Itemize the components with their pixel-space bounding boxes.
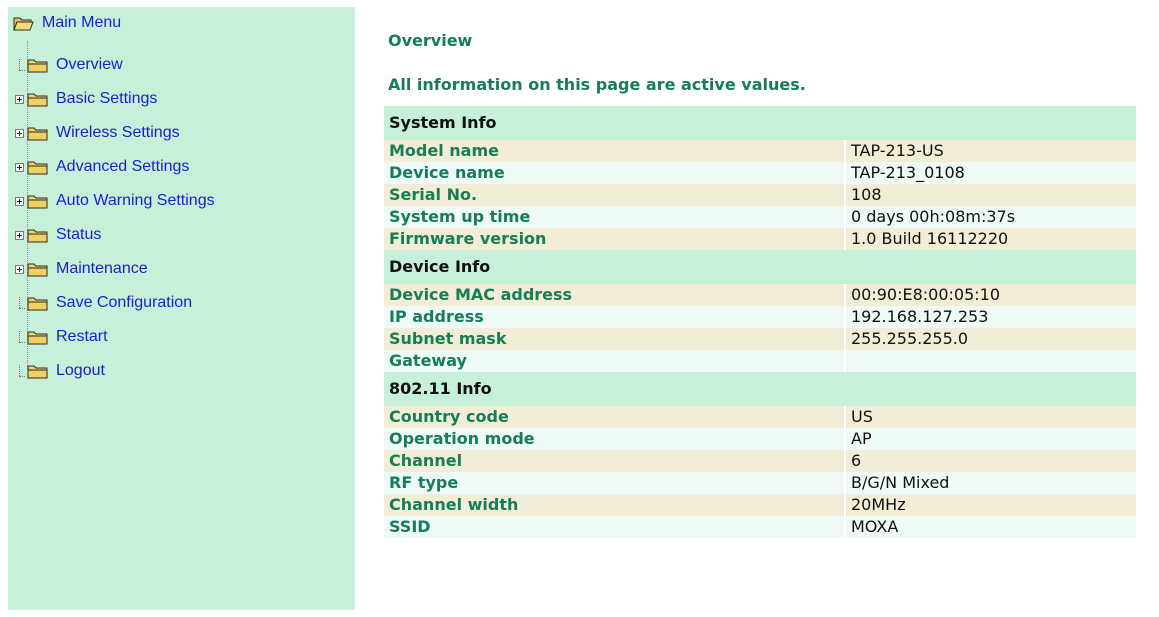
info-row-system-up-time: System up time 0 days 00h:08m:37s	[384, 206, 1136, 228]
section-header-802-11-info: 802.11 Info	[384, 372, 1136, 406]
info-key: Device name	[384, 162, 846, 184]
section-title: Device Info	[384, 250, 1136, 284]
info-value: 108	[845, 184, 1136, 206]
folder-icon	[27, 262, 48, 277]
info-row-ip-address: IP address 192.168.127.253	[384, 306, 1136, 328]
sidebar-item-advanced-settings[interactable]: Advanced Settings	[15, 155, 189, 179]
info-row-subnet-mask: Subnet mask 255.255.255.0	[384, 328, 1136, 350]
info-value: 1.0 Build 16112220	[845, 228, 1136, 250]
info-value: 20MHz	[845, 494, 1136, 516]
sidebar-item-label: Wireless Settings	[56, 124, 180, 141]
folder-open-icon	[13, 16, 34, 31]
tree-branch-icon	[15, 297, 25, 309]
sidebar-item-label: Basic Settings	[56, 90, 158, 107]
plus-box-icon[interactable]	[15, 230, 24, 240]
info-value	[845, 350, 1136, 372]
info-value: 0 days 00h:08m:37s	[845, 206, 1136, 228]
info-value: US	[845, 406, 1136, 428]
folder-icon	[27, 364, 48, 379]
info-key: IP address	[384, 306, 846, 328]
sidebar-item-maintenance[interactable]: Maintenance	[15, 257, 148, 281]
info-row-country-code: Country code US	[384, 406, 1136, 428]
info-value: TAP-213-US	[845, 140, 1136, 162]
section-header-device-info: Device Info	[384, 250, 1136, 284]
folder-icon	[27, 160, 48, 175]
info-row-channel: Channel 6	[384, 450, 1136, 472]
sidebar-item-label: Overview	[56, 56, 123, 73]
info-key: Channel width	[384, 494, 846, 516]
info-row-gateway: Gateway	[384, 350, 1136, 372]
sidebar-item-restart[interactable]: Restart	[15, 325, 108, 349]
info-row-device-mac-address: Device MAC address 00:90:E8:00:05:10	[384, 284, 1136, 306]
sidebar-item-label: Save Configuration	[56, 294, 193, 311]
tree-branch-icon	[15, 331, 25, 343]
info-row-channel-width: Channel width 20MHz	[384, 494, 1136, 516]
section-header-system-info: System Info	[384, 106, 1136, 140]
info-row-rf-type: RF type B/G/N Mixed	[384, 472, 1136, 494]
sidebar-item-label: Logout	[56, 362, 105, 379]
folder-icon	[27, 126, 48, 141]
active-values-notice: All information on this page are active …	[388, 75, 806, 94]
plus-box-icon[interactable]	[15, 128, 24, 138]
info-value: 255.255.255.0	[845, 328, 1136, 350]
folder-icon	[27, 194, 48, 209]
info-key: Subnet mask	[384, 328, 846, 350]
info-row-serial-no: Serial No. 108	[384, 184, 1136, 206]
info-key: Firmware version	[384, 228, 846, 250]
info-key: Operation mode	[384, 428, 846, 450]
info-value: B/G/N Mixed	[845, 472, 1136, 494]
info-value: AP	[845, 428, 1136, 450]
sidebar-item-save-configuration[interactable]: Save Configuration	[15, 291, 192, 315]
sidebar-item-label: Status	[56, 226, 102, 243]
info-value: 00:90:E8:00:05:10	[845, 284, 1136, 306]
section-title: System Info	[384, 106, 1136, 140]
sidebar-item-label: Auto Warning Settings	[56, 192, 215, 209]
sidebar-menu: Main Menu Overview Basic Settings Wireless…	[8, 7, 355, 610]
info-key: Model name	[384, 140, 846, 162]
sidebar-item-logout[interactable]: Logout	[15, 359, 105, 383]
info-key: Serial No.	[384, 184, 846, 206]
section-title: 802.11 Info	[384, 372, 1136, 406]
info-key: Country code	[384, 406, 846, 428]
folder-icon	[27, 330, 48, 345]
info-key: SSID	[384, 516, 846, 538]
info-key: Gateway	[384, 350, 846, 372]
sidebar-item-label: Maintenance	[56, 260, 148, 277]
info-key: Channel	[384, 450, 846, 472]
info-row-device-name: Device name TAP-213_0108	[384, 162, 1136, 184]
info-value: 192.168.127.253	[845, 306, 1136, 328]
info-key: System up time	[384, 206, 846, 228]
sidebar-item-main-menu[interactable]: Main Menu	[13, 11, 121, 35]
sidebar-item-basic-settings[interactable]: Basic Settings	[15, 87, 157, 111]
info-key: Device MAC address	[384, 284, 846, 306]
folder-icon	[27, 92, 48, 107]
info-key: RF type	[384, 472, 846, 494]
plus-box-icon[interactable]	[15, 162, 24, 172]
folder-icon	[27, 58, 48, 73]
sidebar-root-label: Main Menu	[42, 14, 122, 31]
info-value: 6	[845, 450, 1136, 472]
plus-box-icon[interactable]	[15, 196, 24, 206]
overview-info-table: System Info Model name TAP-213-US Device na…	[384, 106, 1136, 538]
ssid-link[interactable]: MOXA	[845, 516, 1136, 538]
tree-branch-icon	[15, 59, 25, 71]
sidebar-item-status[interactable]: Status	[15, 223, 101, 247]
sidebar-item-label: Restart	[56, 328, 108, 345]
sidebar-item-auto-warning-settings[interactable]: Auto Warning Settings	[15, 189, 215, 213]
info-row-ssid: SSID MOXA	[384, 516, 1136, 538]
sidebar-item-wireless-settings[interactable]: Wireless Settings	[15, 121, 180, 145]
tree-branch-icon	[15, 365, 25, 377]
sidebar-item-overview[interactable]: Overview	[15, 53, 123, 77]
sidebar-item-label: Advanced Settings	[56, 158, 190, 175]
page-title: Overview	[388, 31, 473, 50]
plus-box-icon[interactable]	[15, 94, 24, 104]
info-row-operation-mode: Operation mode AP	[384, 428, 1136, 450]
info-row-firmware-version: Firmware version 1.0 Build 16112220	[384, 228, 1136, 250]
info-row-model-name: Model name TAP-213-US	[384, 140, 1136, 162]
info-value: TAP-213_0108	[845, 162, 1136, 184]
folder-icon	[27, 228, 48, 243]
folder-icon	[27, 296, 48, 311]
plus-box-icon[interactable]	[15, 264, 24, 274]
